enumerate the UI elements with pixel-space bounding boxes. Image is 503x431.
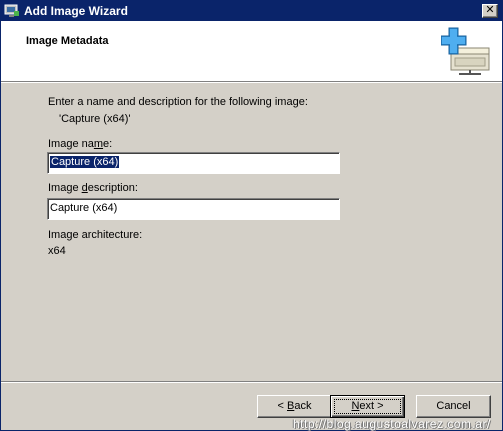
image-name-field[interactable]: Capture (x64) <box>47 152 340 174</box>
add-image-icon <box>440 26 493 76</box>
image-description-label: Image description: <box>48 182 138 194</box>
image-architecture-label: Image architecture: <box>48 229 143 241</box>
next-button[interactable]: Next > <box>330 395 405 418</box>
window-title: Add Image Wizard <box>24 4 128 18</box>
image-name-value: Capture (x64) <box>48 155 121 169</box>
cancel-button[interactable]: Cancel <box>416 395 491 418</box>
image-architecture-value: x64 <box>48 245 66 257</box>
intro-text: Enter a name and description for the fol… <box>48 96 308 108</box>
image-name-label: Image name: <box>48 138 113 150</box>
image-description-field[interactable]: Capture (x64) <box>47 198 340 220</box>
header-divider-highlight <box>1 82 502 83</box>
close-icon: ✕ <box>485 4 495 16</box>
focus-rect <box>334 399 401 414</box>
watermark-url: http://blog.augustoalvarez.com.ar/ <box>293 417 491 431</box>
add-image-wizard-window: Add Image Wizard ✕ Image Metadata Enter … <box>0 0 503 431</box>
footer-divider-highlight <box>1 382 502 383</box>
back-button[interactable]: < Back <box>257 395 332 418</box>
cancel-button-label: Cancel <box>436 400 471 412</box>
wizard-app-icon <box>4 3 20 19</box>
source-image-name: 'Capture (x64)' <box>59 113 131 125</box>
image-description-value: Capture (x64) <box>50 202 118 214</box>
title-bar[interactable]: Add Image Wizard ✕ <box>1 1 502 21</box>
page-title: Image Metadata <box>26 35 109 47</box>
wizard-header: Image Metadata <box>1 21 502 81</box>
back-button-label: < Back <box>277 400 312 412</box>
close-button[interactable]: ✕ <box>482 4 498 18</box>
